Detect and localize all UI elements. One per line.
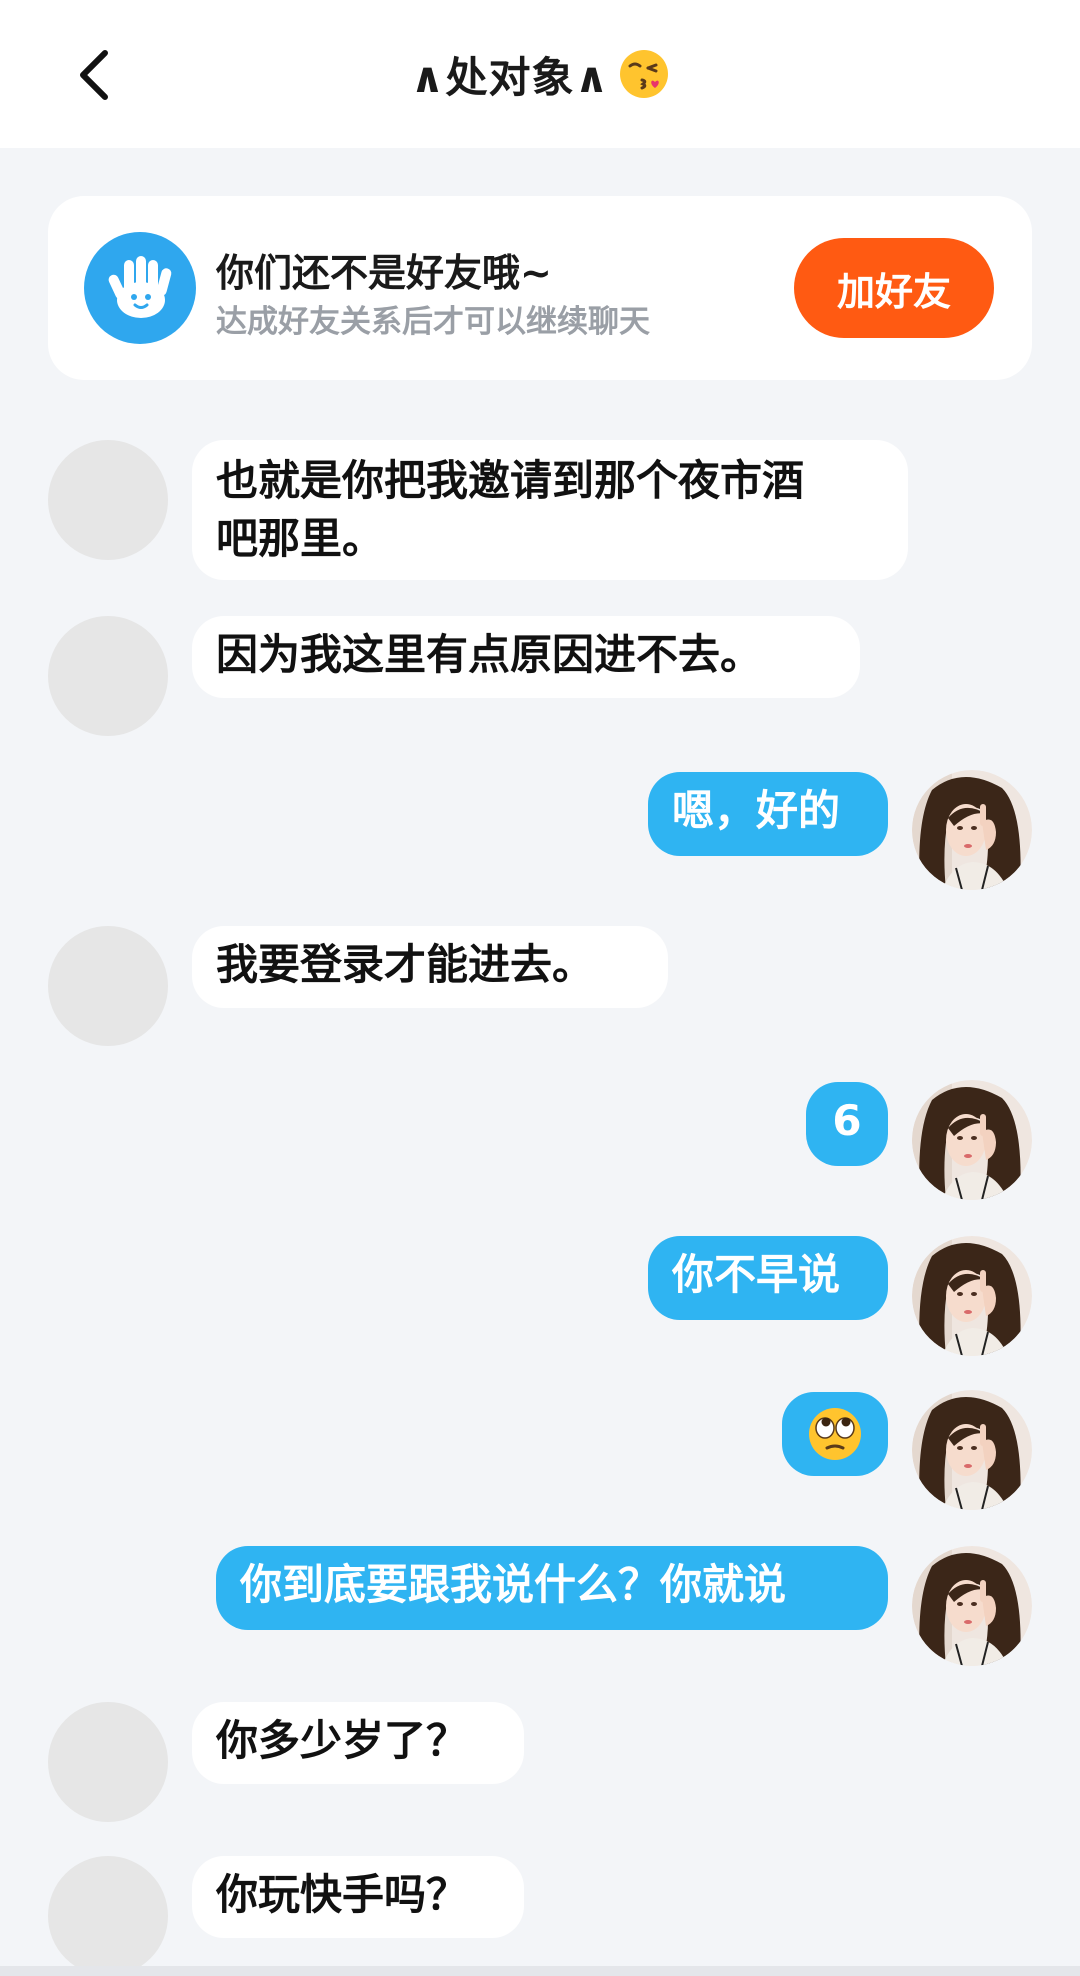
message-bubble-outgoing[interactable]: 嗯，好的 (648, 772, 888, 856)
notice-title: 你们还不是好友哦~ (216, 251, 552, 295)
friend-notice-card: 你们还不是好友哦~ 达成好友关系后才可以继续聊天 加好友 (48, 196, 1032, 380)
chat-title-text: ∧处对象∧ (410, 52, 610, 102)
profile-photo-icon (912, 1236, 1032, 1356)
sender-avatar[interactable] (48, 616, 168, 736)
kiss-emoji-icon (619, 50, 668, 98)
message-text: 你多少岁了？ (216, 1716, 469, 1765)
chat-screen: ∧处对象∧ 你们还不是好友哦~ 达成好友关系后才可以继续聊天 加好友 也就是你把… (0, 0, 1080, 1976)
add-friend-button[interactable]: 加好友 (794, 238, 994, 338)
sender-avatar[interactable] (48, 1702, 168, 1822)
message-text: 你玩快手吗？ (216, 1870, 469, 1919)
message-text: 你到底要跟我说什么？你就说 (240, 1560, 787, 1609)
message-bubble-outgoing[interactable]: 你不早说 (648, 1236, 888, 1320)
header-bar: ∧处对象∧ (0, 0, 1080, 148)
message-bubble-outgoing[interactable]: 6 (806, 1082, 888, 1166)
notice-subtitle: 达成好友关系后才可以继续聊天 (216, 304, 650, 340)
message-bubble-incoming[interactable]: 也就是你把我邀请到那个夜市酒 吧那里。 (192, 440, 908, 580)
message-line: 也就是你把我邀请到那个夜市酒 (216, 456, 805, 505)
message-bubble-outgoing[interactable]: 你到底要跟我说什么？你就说 (216, 1546, 888, 1630)
sender-avatar[interactable] (48, 926, 168, 1046)
message-text: 你不早说 (672, 1250, 841, 1299)
message-text: 我要登录才能进去。 (216, 940, 595, 989)
rolling-eyes-emoji-icon (809, 1408, 861, 1460)
profile-photo-icon (912, 1390, 1032, 1510)
sender-avatar[interactable] (48, 1856, 168, 1976)
profile-photo-icon (912, 770, 1032, 890)
sender-avatar[interactable] (48, 440, 168, 560)
message-bubble-incoming[interactable]: 因为我这里有点原因进不去。 (192, 616, 860, 698)
profile-photo-icon (912, 1080, 1032, 1200)
profile-photo-icon (912, 1546, 1032, 1666)
my-avatar[interactable] (912, 1236, 1032, 1356)
message-text: 因为我这里有点原因进不去。 (216, 630, 763, 679)
chat-title: ∧处对象∧ (0, 44, 1080, 104)
my-avatar[interactable] (912, 1390, 1032, 1510)
message-bubble-incoming[interactable]: 你玩快手吗？ (192, 1856, 524, 1938)
message-bubble-incoming[interactable]: 我要登录才能进去。 (192, 926, 668, 1008)
message-text: 嗯，好的 (672, 786, 841, 835)
waving-hand-icon (84, 232, 196, 344)
message-line: 吧那里。 (216, 514, 385, 563)
my-avatar[interactable] (912, 1080, 1032, 1200)
my-avatar[interactable] (912, 770, 1032, 890)
message-bubble-outgoing[interactable] (782, 1392, 888, 1476)
message-text: 6 (832, 1096, 862, 1145)
bottom-edge (0, 1966, 1080, 1976)
my-avatar[interactable] (912, 1546, 1032, 1666)
message-bubble-incoming[interactable]: 你多少岁了？ (192, 1702, 524, 1784)
